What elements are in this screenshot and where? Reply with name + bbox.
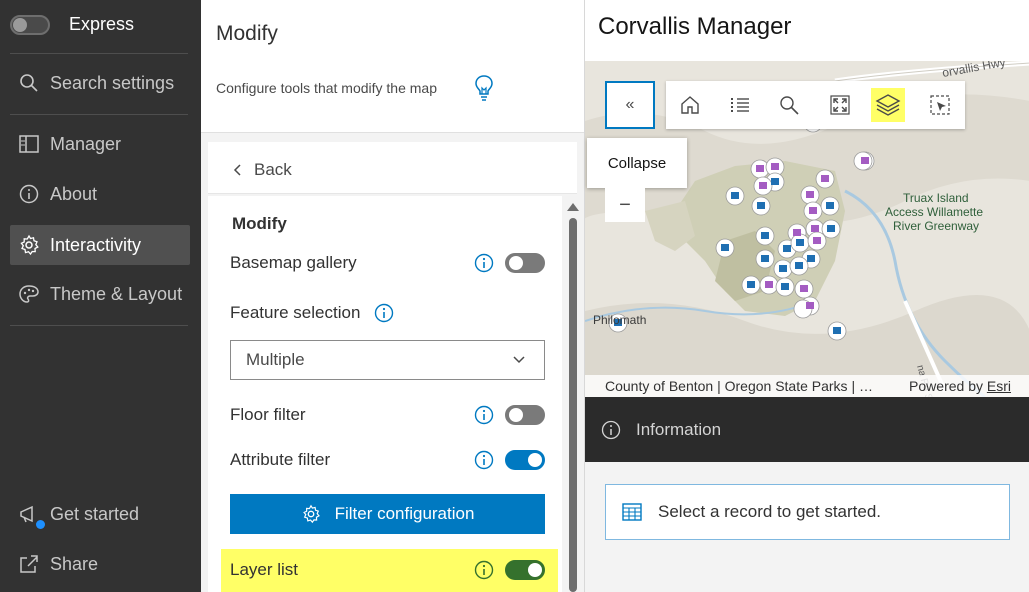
floor-filter-label: Floor filter: [230, 405, 306, 424]
back-button[interactable]: Back: [232, 160, 292, 180]
zoom-out-button[interactable]: −: [605, 188, 645, 222]
map-toolbar: [666, 81, 965, 129]
info-icon[interactable]: [474, 450, 494, 470]
express-switch[interactable]: [10, 14, 50, 35]
sidebar-item-label: Interactivity: [50, 234, 142, 255]
sidebar-item-interactivity[interactable]: Interactivity: [10, 225, 190, 265]
legend-list-icon[interactable]: [728, 93, 752, 117]
truax-label-2: Access Willamette: [885, 205, 983, 219]
nav-divider: [10, 325, 188, 326]
panel-title: Modify: [216, 22, 278, 45]
home-icon[interactable]: [678, 93, 702, 117]
filter-configuration-button[interactable]: Filter configuration: [230, 494, 545, 534]
express-mode-toggle[interactable]: Express: [10, 14, 134, 35]
info-icon[interactable]: [374, 303, 394, 323]
attribute-filter-label: Attribute filter: [230, 450, 331, 469]
sidebar-item-label: Manager: [50, 133, 122, 154]
chevron-down-icon: [513, 356, 525, 364]
scrollbar-thumb[interactable]: [569, 218, 577, 592]
attribution-text: County of Benton | Oregon State Parks | …: [605, 378, 873, 394]
sidebar-item-label: About: [50, 183, 98, 204]
panel-description: Configure tools that modify the map: [216, 80, 438, 96]
nav-divider: [10, 114, 188, 115]
app-header: Corvallis Manager: [585, 0, 1029, 61]
search-icon: [20, 74, 38, 92]
layer-list-row: Layer list: [230, 557, 545, 583]
feature-selection-row: Feature selection: [230, 300, 430, 326]
palette-icon: [19, 285, 39, 303]
sidebar-item-theme-layout[interactable]: Theme & Layout: [10, 274, 190, 314]
modify-section: Modify Basemap gallery Feature selection…: [208, 196, 562, 592]
section-title: Modify: [232, 214, 287, 233]
record-prompt: Select a record to get started.: [658, 502, 882, 521]
feature-selection-select[interactable]: Multiple: [230, 340, 545, 380]
back-label: Back: [254, 160, 292, 179]
fullscreen-icon[interactable]: [828, 93, 852, 117]
filter-configuration-label: Filter configuration: [334, 504, 475, 523]
sidebar-item-label: Search settings: [50, 72, 175, 93]
layer-list-toggle[interactable]: [505, 560, 545, 580]
nav-divider: [10, 53, 188, 54]
layer-list-label: Layer list: [230, 560, 299, 579]
information-label: Information: [636, 419, 722, 439]
attribute-filter-toggle[interactable]: [505, 450, 545, 470]
floor-filter-toggle[interactable]: [505, 405, 545, 425]
feature-selection-label: Feature selection: [230, 303, 361, 322]
sidebar-item-label: Theme & Layout: [50, 283, 183, 304]
chevron-left-icon: [233, 164, 241, 176]
esri-link[interactable]: Esri: [987, 378, 1011, 394]
sidebar-item-about[interactable]: About: [10, 174, 190, 214]
information-panel-header[interactable]: Information: [585, 397, 1029, 462]
info-icon[interactable]: [474, 560, 494, 580]
collapse-tooltip: Collapse: [587, 138, 687, 188]
notification-dot: [36, 520, 45, 529]
share-icon: [20, 555, 38, 573]
basemap-gallery-toggle[interactable]: [505, 253, 545, 273]
chevrons-left-icon: «: [625, 96, 635, 113]
sidebar-item-label: Share: [50, 553, 99, 574]
lightbulb-icon[interactable]: [473, 73, 495, 103]
gear-icon: [302, 504, 320, 524]
record-prompt-box: Select a record to get started.: [605, 484, 1010, 540]
config-panel: Modify Configure tools that modify the m…: [201, 0, 584, 592]
truax-label-1: Truax Island: [903, 191, 969, 205]
panel-header: Modify Configure tools that modify the m…: [201, 0, 584, 133]
powered-by-label: Powered by: [909, 378, 983, 394]
info-icon[interactable]: [474, 253, 494, 273]
floor-filter-row: Floor filter: [230, 402, 545, 428]
powered-by: Powered by Esri: [909, 378, 1011, 394]
attribute-filter-row: Attribute filter: [230, 447, 545, 473]
sidebar-item-label: Get started: [50, 503, 140, 524]
back-bar: Back: [208, 142, 577, 194]
app-preview: Corvallis Manager orvallis Hwy Truax Isl…: [584, 0, 1029, 592]
basemap-gallery-row: Basemap gallery: [230, 250, 545, 276]
table-icon: [622, 503, 642, 521]
philomath-label: Philomath: [593, 313, 646, 327]
layers-icon[interactable]: [871, 88, 905, 122]
truax-label-3: River Greenway: [893, 219, 979, 233]
scroll-up-arrow[interactable]: [567, 203, 579, 211]
info-icon: [19, 184, 39, 204]
side-navigation: Express Search settings Manager About In…: [0, 0, 201, 592]
sidebar-item-manager[interactable]: Manager: [10, 124, 190, 164]
info-icon: [601, 420, 621, 439]
sidebar-item-share[interactable]: Share: [10, 544, 190, 584]
collapse-button[interactable]: «: [605, 81, 655, 129]
feature-selection-value: Multiple: [246, 350, 305, 369]
layout-icon: [19, 135, 39, 153]
basemap-gallery-label: Basemap gallery: [230, 253, 357, 272]
app-title: Corvallis Manager: [598, 13, 792, 40]
info-icon[interactable]: [474, 405, 494, 425]
search-icon[interactable]: [777, 93, 801, 117]
gear-icon: [20, 234, 39, 256]
sidebar-item-search-settings[interactable]: Search settings: [10, 63, 190, 103]
map-attribution: County of Benton | Oregon State Parks | …: [585, 375, 1029, 397]
express-label: Express: [69, 14, 135, 34]
select-features-icon[interactable]: [928, 93, 952, 117]
